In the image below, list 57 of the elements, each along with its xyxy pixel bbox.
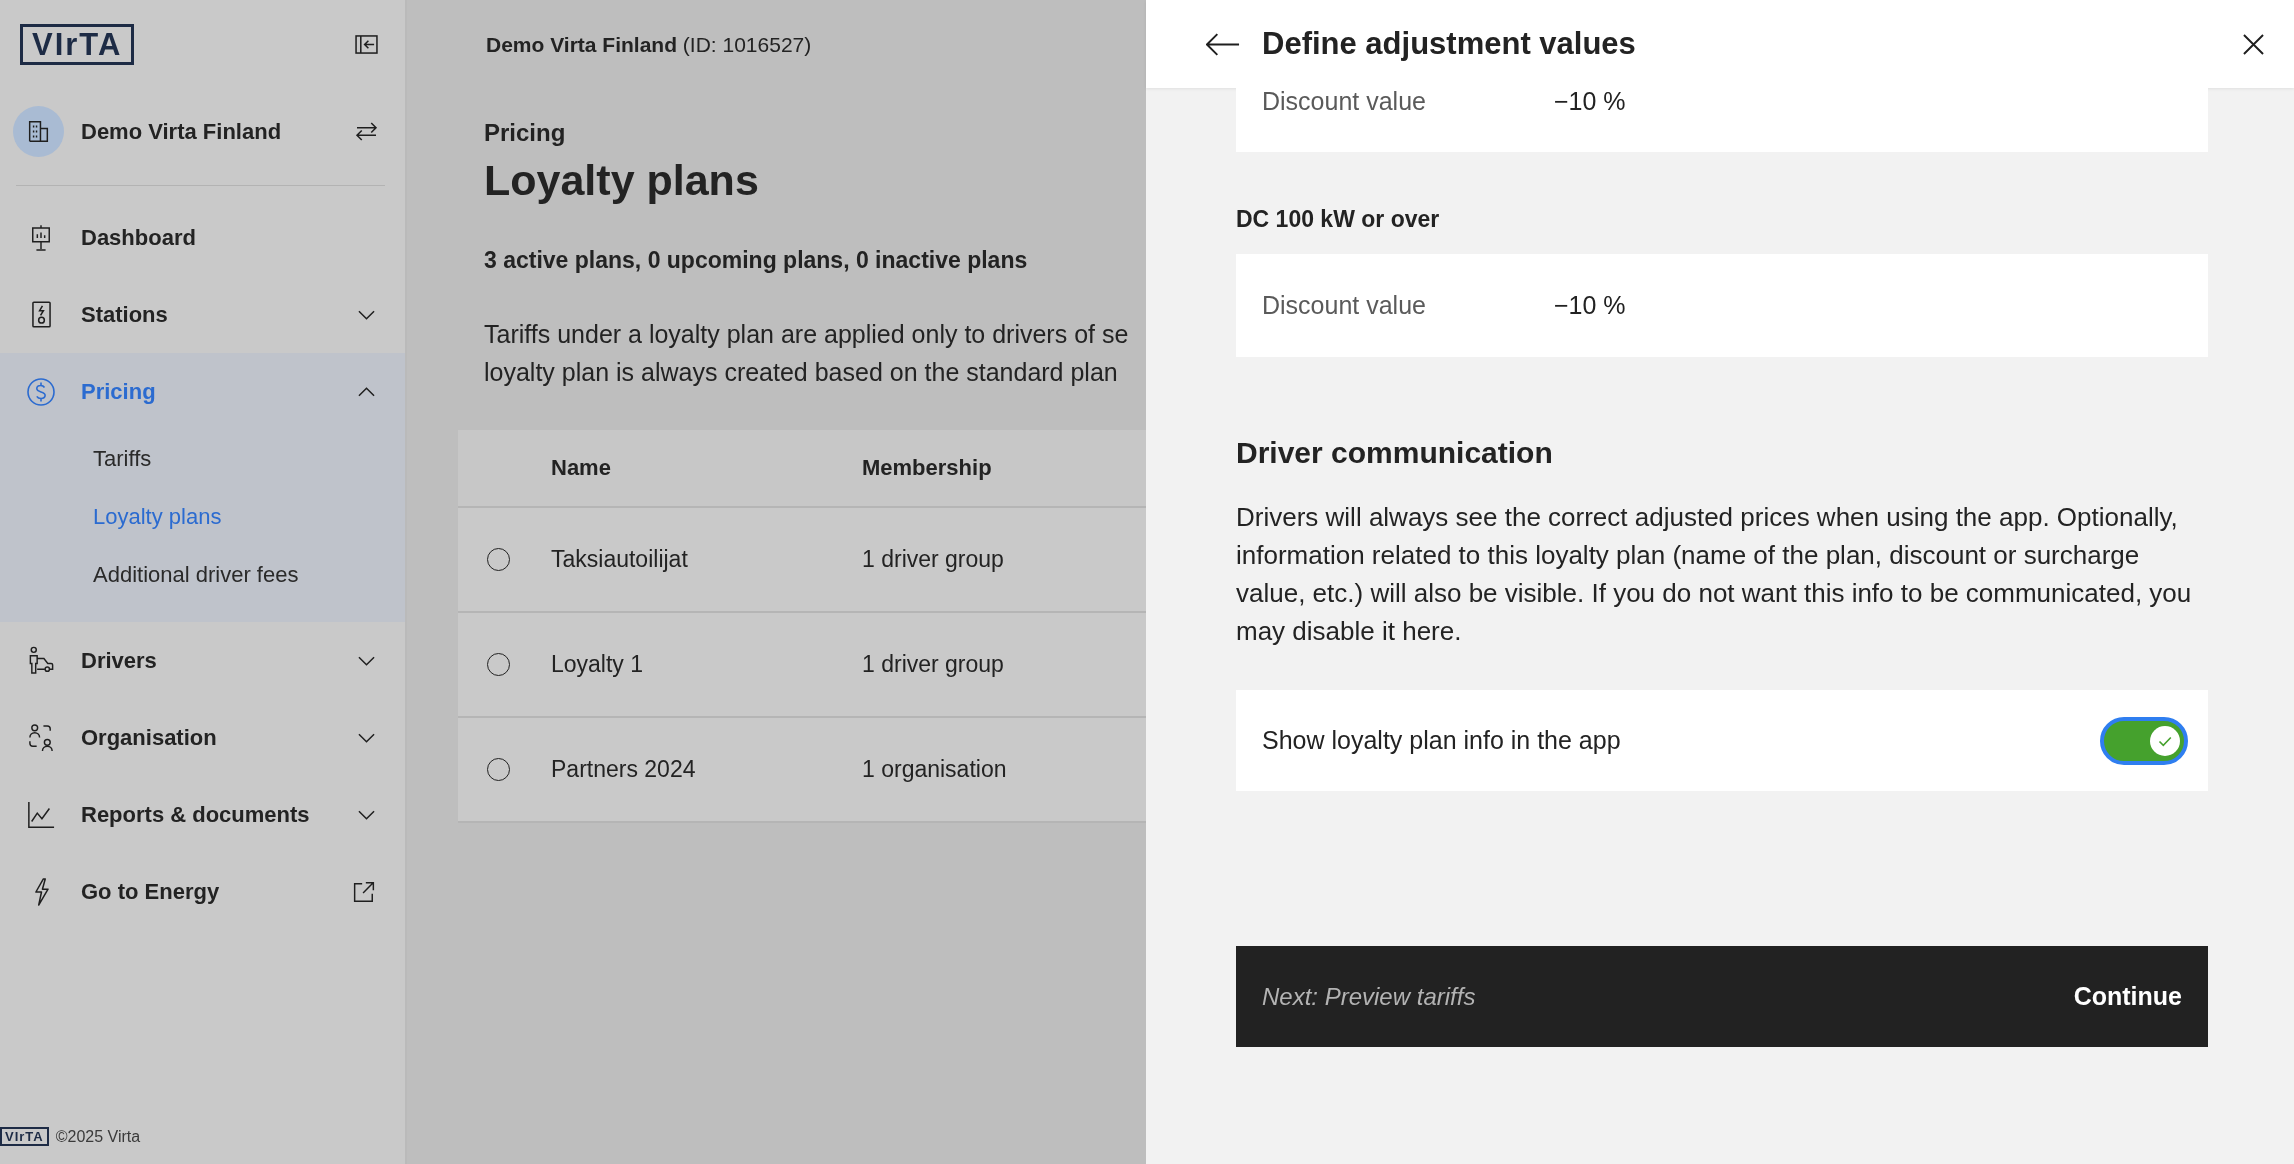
description-text: Drivers will always see the correct adjusted prices when using the app. Optionally, information related to this loyalty plan (name of the plan, discount or surcharge value, etc.) will also be visible. If you do not want this info to be communicated, you may disable it here. bbox=[1236, 501, 2193, 648]
back-arrow-icon[interactable] bbox=[1206, 32, 1240, 56]
external-link-icon[interactable] bbox=[353, 880, 375, 903]
section-heading: Driver communication bbox=[1236, 435, 1554, 471]
chevron-down-icon[interactable] bbox=[358, 309, 375, 320]
table-cell: Partners 2024 bbox=[551, 756, 696, 783]
section-heading: DC 100 kW or over bbox=[1236, 205, 1441, 233]
field-label: Discount value bbox=[1262, 291, 1427, 320]
chevron-down-icon[interactable] bbox=[358, 732, 375, 743]
table-cell: Loyalty 1 bbox=[551, 651, 644, 678]
nav-item[interactable]: Drivers bbox=[0, 622, 405, 699]
line-chart-icon bbox=[27, 800, 55, 829]
table-row[interactable]: Partners 2024 1 organisation bbox=[458, 718, 1146, 823]
check-icon bbox=[2150, 725, 2180, 756]
continue-button[interactable]: Continue bbox=[2073, 982, 2182, 1011]
toggle-switch[interactable] bbox=[2100, 716, 2188, 765]
people-icon bbox=[26, 723, 56, 752]
table-cell: 1 driver group bbox=[862, 546, 1004, 573]
nav-item[interactable]: Reports & documents bbox=[0, 776, 405, 853]
table-cell: Taksiautoilijat bbox=[551, 546, 688, 573]
field-label: Discount value bbox=[1262, 88, 1427, 114]
table-cell: 1 organisation bbox=[862, 756, 1007, 783]
close-icon[interactable] bbox=[2243, 33, 2264, 55]
plan-summary: 3 active plans, 0 upcoming plans, 0 inactive plans bbox=[484, 246, 1029, 275]
panel-title: Define adjustment values bbox=[1262, 26, 1637, 62]
organisation-heading: Demo Virta Finland (ID: 1016527) bbox=[486, 32, 813, 58]
chevron-down-icon[interactable] bbox=[358, 655, 375, 666]
chevron-down-icon[interactable] bbox=[358, 809, 375, 820]
field-value: −10 % bbox=[1554, 88, 1626, 114]
swap-icon[interactable] bbox=[355, 122, 378, 141]
page-title: Loyalty plans bbox=[484, 155, 760, 206]
table-cell: 1 driver group bbox=[862, 651, 1004, 678]
sub-nav-item[interactable]: Tariffs bbox=[0, 430, 405, 488]
organisation-name: Demo Virta Finland bbox=[81, 118, 283, 145]
footer-logo: VIrTA bbox=[0, 1127, 49, 1146]
table-row[interactable]: Taksiautoilijat 1 driver group bbox=[458, 508, 1146, 613]
setting-label: Show loyalty plan info in the app bbox=[1262, 726, 1621, 755]
sub-nav-item[interactable]: Additional driver fees bbox=[0, 546, 405, 604]
copyright-text: ©2025 Virta bbox=[55, 1127, 141, 1146]
presentation-board-icon bbox=[30, 223, 52, 252]
charging-station-icon bbox=[31, 301, 51, 328]
logo: VIrTA bbox=[20, 23, 135, 65]
dollar-icon bbox=[27, 377, 55, 406]
nav-item[interactable]: Go to Energy bbox=[0, 853, 405, 930]
nav-item[interactable]: Organisation bbox=[0, 699, 405, 776]
column-header: Membership bbox=[862, 455, 992, 481]
description-text: Tariffs under a loyalty plan are applied only to drivers of se loyalty plan is always created based on the standard plan bbox=[484, 319, 1129, 388]
collapse-sidebar-icon[interactable] bbox=[355, 34, 378, 54]
building-icon bbox=[13, 106, 64, 157]
column-header: Name bbox=[551, 455, 611, 481]
nav-item[interactable]: Stations bbox=[0, 276, 405, 353]
breadcrumb: Pricing bbox=[484, 118, 567, 148]
chevron-up-icon[interactable] bbox=[358, 386, 375, 397]
field-value: −10 % bbox=[1554, 291, 1626, 320]
next-step-label: Next: Preview tariffs bbox=[1262, 982, 1476, 1011]
table-row[interactable]: Loyalty 1 1 driver group bbox=[458, 613, 1146, 718]
nav-item[interactable]: Dashboard bbox=[0, 199, 405, 276]
